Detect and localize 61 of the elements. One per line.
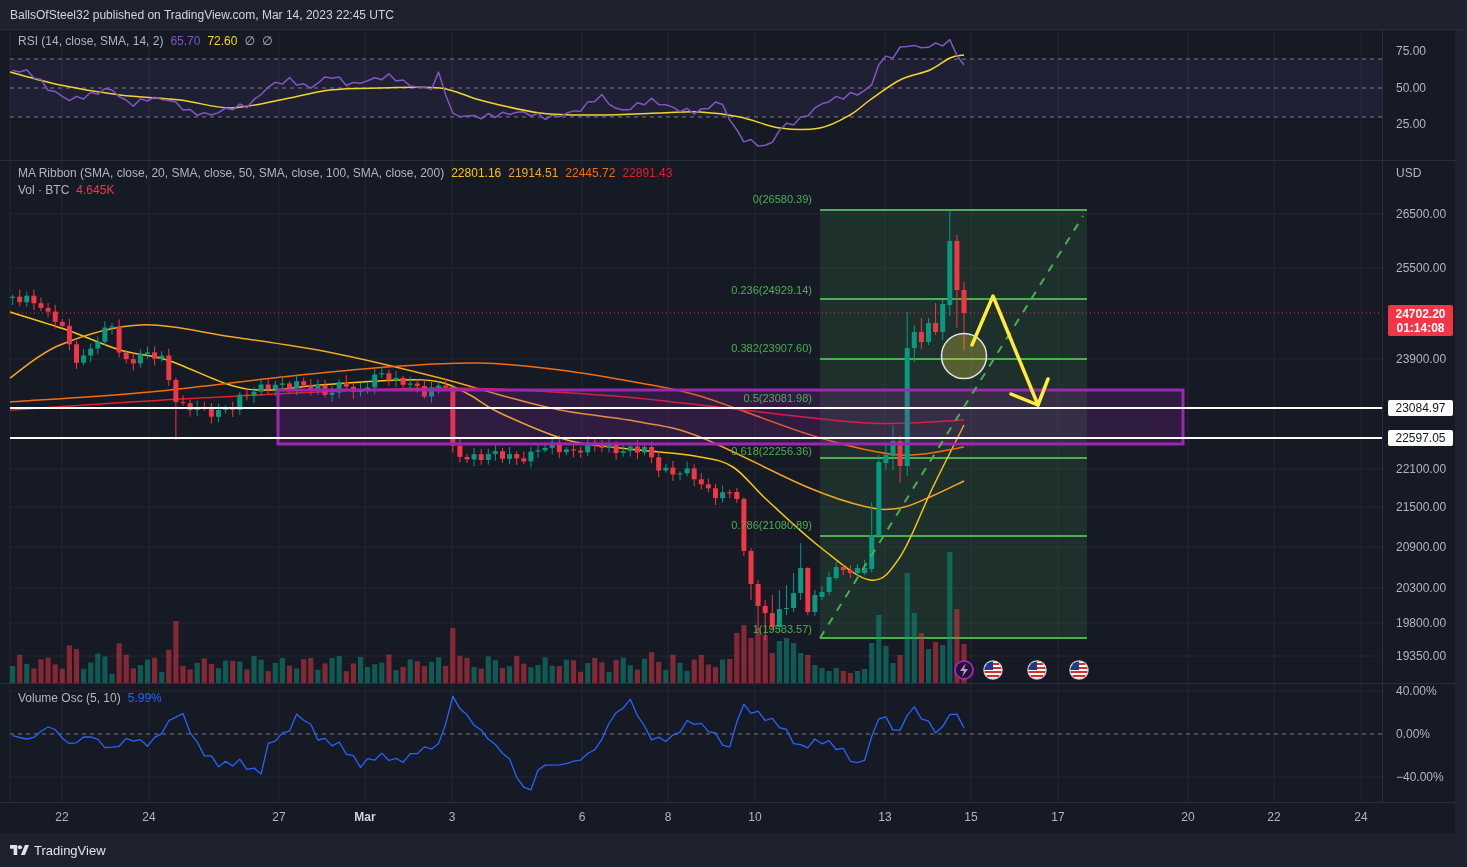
oscillator-axis-label: −40.00% [1396, 770, 1444, 784]
oscillator-axis-label: 0.00% [1396, 727, 1431, 741]
currency-label: USD [1396, 166, 1422, 180]
time-axis-label: 13 [878, 810, 892, 824]
fib-level-label: 0(26580.39) [752, 193, 812, 205]
rsi-axis-label: 50.00 [1396, 81, 1427, 95]
last-price: 24702.20 [1395, 306, 1446, 321]
indicator-value: 72.60 [207, 34, 238, 48]
price-axis-label: 22100.00 [1396, 462, 1447, 476]
price-line-tag: 22597.05 [1388, 430, 1453, 446]
time-axis-label: Mar [354, 810, 376, 824]
indicator-value: 21914.51 [508, 166, 559, 180]
indicator-title: Vol · BTC [18, 183, 70, 197]
flag-icon[interactable] [983, 660, 1003, 680]
time-axis-label: 24 [142, 810, 156, 824]
indicator-value: 5.99% [127, 691, 162, 705]
rsi-axis-label: 25.00 [1396, 117, 1427, 131]
indicator-value: 4.645K [76, 183, 115, 197]
time-axis-label: 3 [448, 810, 456, 824]
indicator-title: MA Ribbon (SMA, close, 20, SMA, close, 50, SMA, close, 100, SMA, close, 200) [18, 166, 445, 180]
flag-icon[interactable] [1069, 660, 1089, 680]
time-axis-label: 20 [1181, 810, 1195, 824]
highlight-circle [940, 332, 988, 380]
fib-level-label: 0.5(23081.98) [743, 392, 812, 404]
fib-level-label: 0.236(24929.14) [731, 284, 812, 296]
attribution-text: BallsOfSteel32 published on TradingView.com, Mar 14, 2023 22:45 UTC [10, 7, 394, 22]
indicator-value: ∅ [244, 34, 255, 48]
time-axis-label: 15 [964, 810, 978, 824]
logo-text: TradingView [34, 842, 106, 858]
time-axis-label: 22 [1267, 810, 1281, 824]
price-axis-label: 25500.00 [1396, 261, 1447, 275]
rsi-axis-label: 75.00 [1396, 44, 1427, 58]
time-axis-label: 22 [55, 810, 69, 824]
indicator-value: 22891.43 [622, 166, 673, 180]
logo-icon [10, 844, 29, 856]
time-axis-label: 8 [664, 810, 672, 824]
flag-icon[interactable] [1027, 660, 1047, 680]
price-axis-label: 20300.00 [1396, 581, 1447, 595]
price-axis-label: 19800.00 [1396, 616, 1447, 630]
price-axis-label: 23900.00 [1396, 352, 1447, 366]
oscillator-axis-label: 40.00% [1396, 684, 1437, 698]
price-line-tag: 23084.97 [1388, 400, 1453, 416]
price-axis-label: 21500.00 [1396, 500, 1447, 514]
bar-countdown: 01:14:08 [1396, 320, 1445, 335]
time-axis-label: 10 [748, 810, 762, 824]
price-axis-label: 26500.00 [1396, 207, 1447, 221]
indicator-title: Volume Osc (5, 10) [18, 691, 121, 705]
indicator-value: 22445.72 [565, 166, 616, 180]
lightning-icon[interactable] [954, 660, 974, 680]
price-axis-label: 20900.00 [1396, 540, 1447, 554]
time-axis-label: 27 [272, 810, 286, 824]
fib-level-label: 0.382(23907.60) [731, 342, 812, 354]
indicator-value: ∅ [261, 34, 273, 48]
indicator-title: RSI (14, close, SMA, 14, 2) [18, 34, 164, 48]
time-axis-label: 17 [1051, 810, 1065, 824]
time-axis-label: 24 [1354, 810, 1368, 824]
time-axis-label: 6 [578, 810, 586, 824]
indicator-value: 22801.16 [451, 166, 502, 180]
price-axis-label: 19350.00 [1396, 649, 1447, 663]
fib-level-label: 0.618(22256.36) [731, 446, 812, 457]
indicator-value: 65.70 [170, 34, 201, 48]
